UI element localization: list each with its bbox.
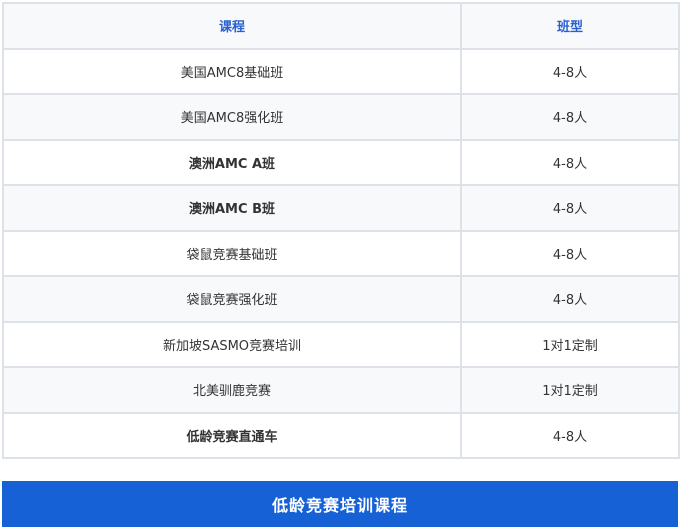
class-type-cell: 4-8人 (460, 229, 680, 277)
course-name-cell-highlighted: 澳洲AMC A班 (2, 138, 462, 186)
table-row: 新加坡SASMO竞赛培训 1对1定制 (2, 320, 680, 368)
table-row: 袋鼠竞赛强化班 4-8人 (2, 275, 680, 323)
table-row: 美国AMC8基础班 4-8人 (2, 47, 680, 95)
column-header-class-type: 班型 (460, 2, 680, 50)
class-type-cell: 4-8人 (460, 138, 680, 186)
course-banner-button[interactable]: 低龄竞赛培训课程 (2, 481, 678, 527)
course-name-cell: 袋鼠竞赛基础班 (2, 229, 462, 277)
course-name-cell: 袋鼠竞赛强化班 (2, 275, 462, 323)
table-row: 美国AMC8强化班 4-8人 (2, 93, 680, 141)
class-type-cell: 4-8人 (460, 411, 680, 459)
table-header-row: 课程 班型 (2, 2, 680, 50)
course-table-page: 课程 班型 美国AMC8基础班 4-8人 美国AMC8强化班 4-8人 澳洲AM… (0, 0, 680, 529)
table-row: 澳洲AMC A班 4-8人 (2, 138, 680, 186)
class-type-cell: 4-8人 (460, 47, 680, 95)
class-type-cell: 1对1定制 (460, 366, 680, 414)
table-row: 北美驯鹿竞赛 1对1定制 (2, 366, 680, 414)
course-name-cell-highlighted: 低龄竞赛直通车 (2, 411, 462, 459)
course-name-cell: 新加坡SASMO竞赛培训 (2, 320, 462, 368)
course-name-cell: 美国AMC8强化班 (2, 93, 462, 141)
class-type-cell: 4-8人 (460, 275, 680, 323)
course-name-cell: 美国AMC8基础班 (2, 47, 462, 95)
class-type-cell: 4-8人 (460, 93, 680, 141)
table-row: 低龄竞赛直通车 4-8人 (2, 411, 680, 459)
class-type-cell: 4-8人 (460, 184, 680, 232)
course-table: 课程 班型 美国AMC8基础班 4-8人 美国AMC8强化班 4-8人 澳洲AM… (2, 2, 680, 459)
course-name-cell: 北美驯鹿竞赛 (2, 366, 462, 414)
column-header-course: 课程 (2, 2, 462, 50)
class-type-cell: 1对1定制 (460, 320, 680, 368)
course-name-cell-highlighted: 澳洲AMC B班 (2, 184, 462, 232)
table-row: 澳洲AMC B班 4-8人 (2, 184, 680, 232)
table-row: 袋鼠竞赛基础班 4-8人 (2, 229, 680, 277)
